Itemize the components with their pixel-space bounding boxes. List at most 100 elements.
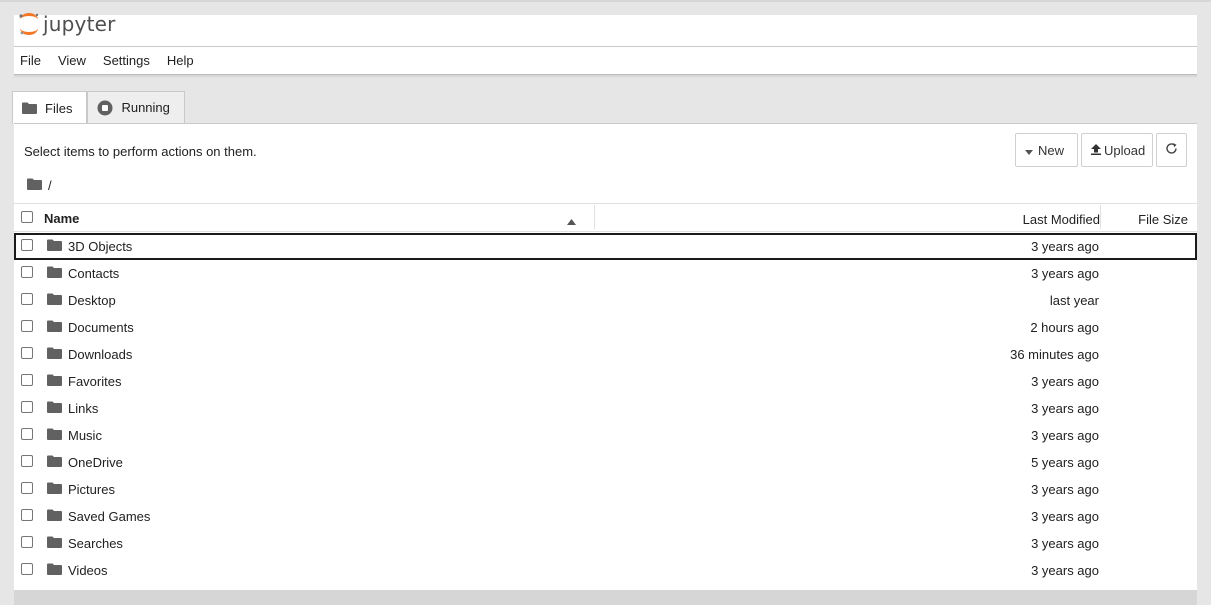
column-header-file-size[interactable]: File Size	[1138, 212, 1188, 227]
breadcrumb-home-folder-icon[interactable]	[27, 178, 42, 193]
file-row[interactable]: Pictures 3 years ago	[14, 476, 1197, 503]
row-checkbox[interactable]	[21, 293, 33, 305]
file-name[interactable]: Favorites	[68, 374, 121, 389]
row-checkbox[interactable]	[21, 401, 33, 413]
file-list-header: Name Last Modified File Size	[14, 203, 1197, 232]
folder-icon	[47, 320, 62, 335]
row-checkbox[interactable]	[21, 536, 33, 548]
tab-files[interactable]: Files	[12, 91, 88, 124]
last-modified: 3 years ago	[1031, 239, 1099, 254]
last-modified: 3 years ago	[1031, 266, 1099, 281]
menu-help[interactable]: Help	[161, 53, 202, 68]
folder-icon	[47, 374, 62, 389]
file-row[interactable]: Saved Games 3 years ago	[14, 503, 1197, 530]
window-top-strip	[0, 0, 1211, 15]
new-button[interactable]: New	[1015, 133, 1078, 167]
file-row[interactable]: Downloads 36 minutes ago	[14, 341, 1197, 368]
refresh-button[interactable]	[1156, 133, 1187, 167]
row-checkbox[interactable]	[21, 347, 33, 359]
file-name[interactable]: Music	[68, 428, 102, 443]
row-checkbox[interactable]	[21, 239, 33, 251]
select-all-checkbox[interactable]	[21, 211, 33, 223]
menu-view[interactable]: View	[52, 53, 94, 68]
file-name[interactable]: Pictures	[68, 482, 115, 497]
window-bottom-strip	[14, 590, 1197, 605]
file-row[interactable]: OneDrive 5 years ago	[14, 449, 1197, 476]
file-name[interactable]: OneDrive	[68, 455, 123, 470]
file-row[interactable]: Links 3 years ago	[14, 395, 1197, 422]
upload-button-label: Upload	[1104, 142, 1146, 158]
column-header-name[interactable]: Name	[44, 211, 79, 226]
file-row[interactable]: Favorites 3 years ago	[14, 368, 1197, 395]
last-modified: 3 years ago	[1031, 482, 1099, 497]
row-checkbox[interactable]	[21, 482, 33, 494]
column-divider[interactable]	[1100, 205, 1101, 229]
last-modified: 3 years ago	[1031, 428, 1099, 443]
folder-icon	[47, 293, 62, 308]
last-modified: 3 years ago	[1031, 563, 1099, 578]
file-name[interactable]: Searches	[68, 536, 123, 551]
row-checkbox[interactable]	[21, 509, 33, 521]
file-name[interactable]: Videos	[68, 563, 108, 578]
folder-icon	[47, 266, 62, 281]
last-modified: 3 years ago	[1031, 401, 1099, 416]
last-modified: last year	[1049, 293, 1099, 308]
folder-icon	[47, 509, 62, 524]
folder-icon	[47, 563, 62, 578]
row-checkbox[interactable]	[21, 266, 33, 278]
instructions-text: Select items to perform actions on them.	[24, 144, 257, 159]
stop-circle-icon	[97, 100, 113, 116]
upload-icon	[1091, 143, 1101, 158]
menu-shadow	[14, 75, 1197, 78]
column-header-last-modified[interactable]: Last Modified	[1023, 212, 1100, 227]
folder-icon	[47, 401, 62, 416]
file-name[interactable]: Documents	[68, 320, 134, 335]
last-modified: 2 hours ago	[1030, 320, 1099, 335]
file-name[interactable]: Downloads	[68, 347, 132, 362]
menu-settings[interactable]: Settings	[97, 53, 158, 68]
file-row[interactable]: 3D Objects 3 years ago	[14, 233, 1197, 260]
last-modified: 5 years ago	[1031, 455, 1099, 470]
jupyter-logo[interactable]: jupyter	[17, 10, 116, 38]
refresh-icon	[1165, 142, 1178, 158]
app-header: jupyter	[14, 12, 1197, 46]
last-modified: 3 years ago	[1031, 374, 1099, 389]
row-checkbox[interactable]	[21, 428, 33, 440]
file-row[interactable]: Documents 2 hours ago	[14, 314, 1197, 341]
folder-icon	[47, 536, 62, 551]
folder-icon	[22, 102, 37, 114]
file-name[interactable]: Saved Games	[68, 509, 150, 524]
file-row[interactable]: Contacts 3 years ago	[14, 260, 1197, 287]
row-checkbox[interactable]	[21, 563, 33, 575]
file-name[interactable]: Desktop	[68, 293, 116, 308]
column-divider[interactable]	[594, 205, 595, 229]
tab-running-label: Running	[121, 100, 170, 115]
caret-down-icon	[1025, 143, 1033, 158]
menu-bar: File View Settings Help	[14, 46, 1197, 75]
file-name[interactable]: 3D Objects	[68, 239, 132, 254]
last-modified: 36 minutes ago	[1010, 347, 1099, 362]
file-name[interactable]: Contacts	[68, 266, 119, 281]
folder-icon	[47, 347, 62, 362]
logo-text: jupyter	[43, 12, 116, 36]
row-checkbox[interactable]	[21, 374, 33, 386]
file-row[interactable]: Desktop last year	[14, 287, 1197, 314]
file-browser-panel: Select items to perform actions on them.…	[14, 123, 1197, 590]
breadcrumb-path[interactable]: /	[48, 178, 52, 193]
row-checkbox[interactable]	[21, 455, 33, 467]
file-name[interactable]: Links	[68, 401, 98, 416]
tab-running[interactable]: Running	[87, 91, 185, 123]
file-row[interactable]: Searches 3 years ago	[14, 530, 1197, 557]
file-row[interactable]: Music 3 years ago	[14, 422, 1197, 449]
file-toolbar: New Upload	[1015, 133, 1187, 167]
file-row[interactable]: Videos 3 years ago	[14, 557, 1197, 584]
breadcrumb: /	[27, 178, 52, 193]
upload-button[interactable]: Upload	[1081, 133, 1153, 167]
sort-ascending-icon[interactable]	[567, 213, 576, 228]
folder-icon	[47, 239, 62, 254]
last-modified: 3 years ago	[1031, 509, 1099, 524]
folder-icon	[47, 455, 62, 470]
folder-icon	[47, 482, 62, 497]
menu-file[interactable]: File	[14, 53, 49, 68]
row-checkbox[interactable]	[21, 320, 33, 332]
